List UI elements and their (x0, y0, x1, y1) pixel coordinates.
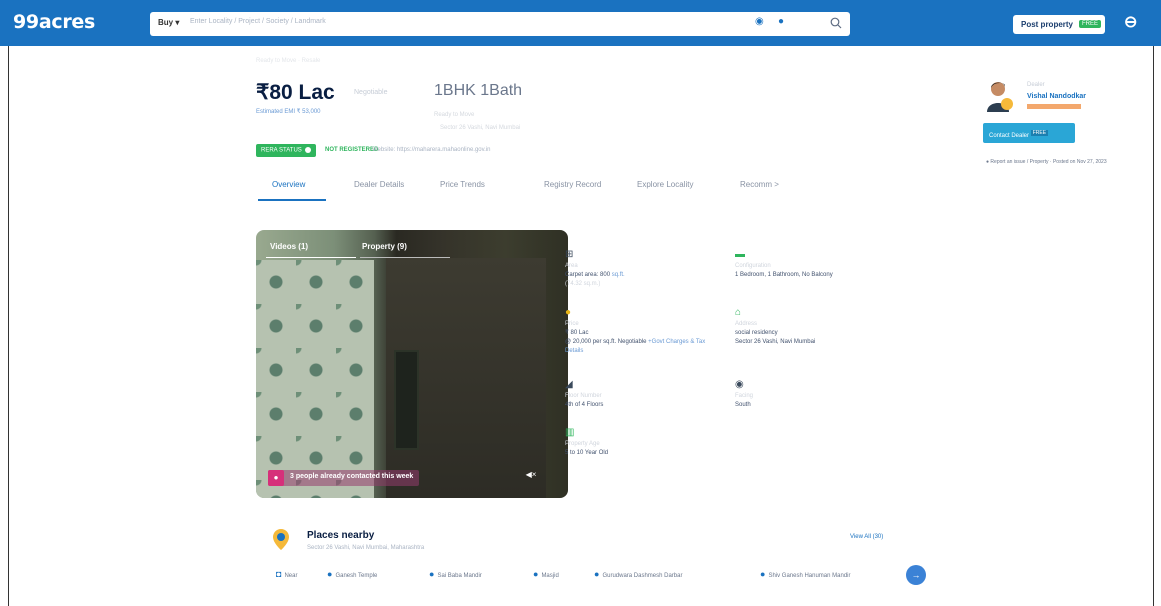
view-all-link[interactable]: View All (30) (850, 534, 883, 540)
photo-gallery[interactable]: Videos (1) Property (9) 3 people already… (256, 230, 568, 498)
pin-icon: ● (327, 569, 333, 579)
contact-dealer-button[interactable]: Contact Dealer FREE (983, 123, 1075, 143)
poi-gurudwara[interactable]: ● Gurudwara Dashmesh Darbar (594, 569, 682, 579)
detail-property-age: ▥ Property Age 5 to 10 Year Old (565, 427, 609, 457)
user-icon[interactable]: ⊖ (1124, 12, 1137, 32)
poi-sai-baba-mandir[interactable]: ● Sai Baba Mandir (429, 569, 482, 579)
breadcrumb: Ready to Move · Resale (256, 58, 321, 64)
compass-icon: ◉ (735, 379, 744, 390)
places-nearby-subtitle: Sector 26 Vashi, Navi Mumbai, Maharashtr… (307, 545, 425, 551)
address-icon: ⌂ (735, 307, 742, 318)
tab-registry-record[interactable]: Registry Record (544, 180, 601, 189)
gallery-image-wall (256, 260, 374, 498)
next-arrow-icon[interactable]: → (906, 565, 926, 585)
location-icon[interactable]: ◉ (755, 16, 764, 27)
poi-shiv-ganesh-hanuman-mandir[interactable]: ● Shiv Ganesh Hanuman Mandir (760, 569, 850, 579)
detail-floor: ◢ Floor Number 4th of 4 Floors (565, 379, 604, 409)
emi-link[interactable]: Estimated EMI ₹ 53,000 (256, 108, 321, 115)
mic-icon[interactable]: ● (778, 16, 784, 27)
listing-price: ₹80 Lac (256, 81, 335, 104)
area-icon: ⊞ (565, 249, 574, 260)
frame-border-left (8, 46, 9, 606)
contact-count-banner: 3 people already contacted this week (268, 470, 420, 486)
active-tab-indicator (258, 199, 326, 201)
detail-area: ⊞ Area Carpet area: 800 sq.ft. (74.32 sq… (565, 249, 625, 288)
bed-icon: ▬ (735, 249, 745, 260)
search-icon[interactable] (830, 17, 842, 29)
building-icon: ▥ (565, 427, 575, 438)
mute-icon[interactable]: ◀× (523, 470, 539, 484)
contact-free-badge: FREE (1030, 130, 1049, 136)
gallery-tab-underline (266, 257, 356, 258)
tab-dealer-details[interactable]: Dealer Details (354, 180, 404, 189)
tab-recommendations[interactable]: Recomm > (740, 180, 779, 189)
tab-explore-locality[interactable]: Explore Locality (637, 180, 693, 189)
places-nearby-title: Places nearby (307, 530, 375, 541)
detail-configuration: ▬ Configuration 1 Bedroom, 1 Bathroom, N… (735, 249, 833, 279)
detail-facing: ◉ Facing South (735, 379, 754, 409)
tab-overview[interactable]: Overview (272, 180, 305, 189)
detail-price: ● Price ₹ 80 Lac @ 20,000 per sq.ft. Neg… (565, 307, 706, 355)
poi-ganesh-temple[interactable]: ● Ganesh Temple (327, 569, 377, 579)
gallery-tab-videos[interactable]: Videos (1) (270, 242, 308, 251)
detail-address: ⌂ Address social residency Sector 26 Vas… (735, 307, 816, 346)
top-navbar: 99acres Buy ▾ Enter Locality / Project /… (0, 0, 1161, 46)
search-input[interactable]: Enter Locality / Project / Society / Lan… (190, 18, 326, 25)
people-icon: ● (268, 470, 284, 486)
gallery-tab-property[interactable]: Property (9) (362, 242, 407, 251)
pin-icon: ● (533, 569, 539, 579)
shop-icon: ◘ (276, 569, 282, 579)
detail-tabs: Overview Dealer Details Price Trends Reg… (256, 175, 816, 201)
listing-config: 1BHK 1Bath (434, 82, 523, 99)
agent-label: Dealer (1027, 82, 1045, 88)
logo[interactable]: 99acres (13, 11, 95, 33)
price-note: Negotiable (354, 89, 388, 96)
agent-name[interactable]: Vishal Nandodkar (1027, 93, 1086, 100)
poi-masjid[interactable]: ● Masjid (533, 569, 559, 579)
posted-info: ● Report an issue / Property · Posted on… (986, 159, 1107, 165)
map-pin-icon (273, 529, 289, 550)
rera-website[interactable]: Website: https://maharera.mahaonline.gov… (372, 147, 491, 153)
post-property-button[interactable]: Post property FREE (1013, 15, 1105, 34)
agent-tag (1027, 104, 1081, 109)
price-icon: ● (565, 307, 572, 318)
pin-icon: ● (594, 569, 600, 579)
floor-icon: ◢ (565, 379, 573, 390)
not-registered-label: NOT REGISTERED (325, 147, 379, 153)
pin-icon: ● (760, 569, 766, 579)
pin-icon: ● (429, 569, 435, 579)
poi-near[interactable]: ◘ Near (276, 569, 297, 579)
avatar (985, 78, 1015, 112)
free-badge: FREE (1079, 20, 1102, 28)
frame-border-right (1153, 46, 1154, 606)
rera-status-badge[interactable]: RERA STATUS (256, 144, 316, 157)
search-mode-dropdown[interactable]: Buy ▾ (158, 18, 179, 27)
config-location: Sector 26 Vashi, Navi Mumbai (440, 125, 521, 131)
search-bar[interactable]: Buy ▾ Enter Locality / Project / Society… (150, 12, 850, 36)
config-subtext: Ready to Move (434, 112, 475, 118)
gallery-tab-divider (360, 257, 450, 258)
tab-price-trends[interactable]: Price Trends (440, 180, 485, 189)
gallery-image-panel (394, 350, 419, 450)
details-link[interactable]: Details (565, 348, 583, 354)
